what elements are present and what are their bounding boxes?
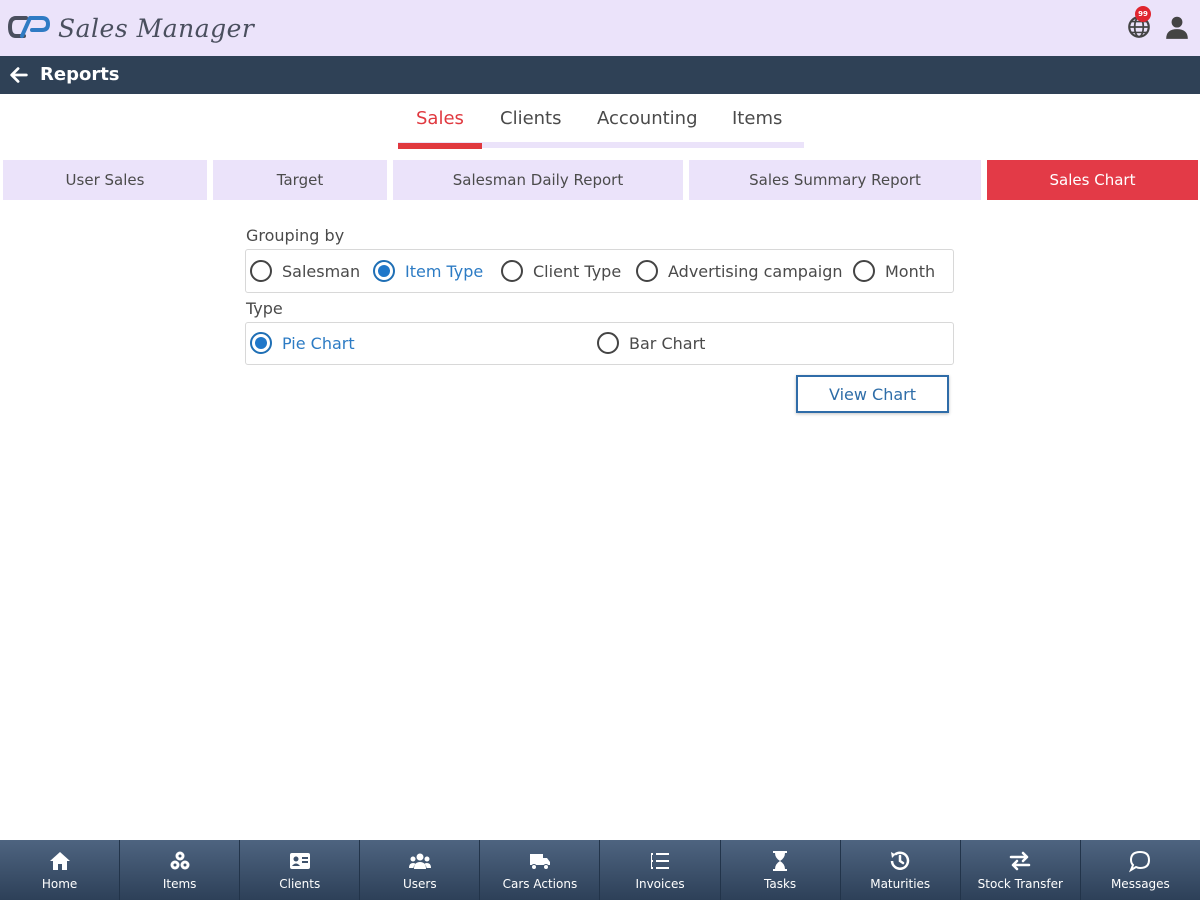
nav-tasks[interactable]: Tasks	[721, 840, 841, 900]
app-bar: Sales Manager 99	[0, 0, 1200, 56]
radio-button[interactable]	[636, 260, 658, 282]
tab-accounting[interactable]: Accounting	[597, 108, 698, 129]
truck-icon	[529, 854, 550, 870]
type-label: Type	[246, 299, 283, 318]
nav-label: Items	[162, 877, 197, 891]
subtab-sales-summary-report[interactable]: Sales Summary Report	[689, 160, 981, 200]
nav-label: Stock Transfer	[977, 877, 1063, 891]
radio-label: Salesman	[282, 261, 361, 281]
radio-button[interactable]	[250, 332, 272, 354]
message-icon	[1129, 850, 1151, 873]
subtab-sales-chart[interactable]: Sales Chart	[987, 160, 1198, 200]
type-radio-group: Pie Chart Bar Chart	[245, 322, 954, 365]
nav-label: Tasks	[764, 877, 797, 891]
nav-label: Maturities	[870, 877, 931, 891]
nav-home[interactable]: Home	[0, 840, 121, 900]
nav-maturities[interactable]: Maturities	[841, 840, 961, 900]
active-tab-indicator	[398, 143, 482, 149]
nav-invoices[interactable]: Invoices	[600, 840, 721, 900]
nav-label: Home	[41, 877, 78, 891]
app-title: Sales Manager	[58, 14, 255, 43]
nav-messages[interactable]: Messages	[1081, 840, 1200, 900]
radio-button[interactable]	[501, 260, 523, 282]
nav-users[interactable]: Users	[360, 840, 481, 900]
nav-clients[interactable]: Clients	[240, 840, 361, 900]
users-icon	[408, 853, 431, 869]
nav-cars-actions[interactable]: Cars Actions	[480, 840, 601, 900]
tab-clients[interactable]: Clients	[500, 108, 562, 129]
radio-bar-chart[interactable]: Bar Chart	[597, 332, 705, 354]
radio-label: Pie Chart	[282, 333, 355, 353]
radio-label: Client Type	[533, 261, 622, 281]
bottom-nav: Home Items Clients Users Cars Actions In…	[0, 840, 1200, 900]
app-logo	[8, 14, 50, 40]
back-arrow-icon[interactable]	[8, 64, 30, 86]
radio-label: Bar Chart	[629, 333, 706, 353]
subtab-salesman-daily-report[interactable]: Salesman Daily Report	[393, 160, 683, 200]
nav-label: Messages	[1110, 877, 1170, 891]
tab-items[interactable]: Items	[732, 108, 782, 129]
radio-label: Month	[885, 261, 936, 281]
view-chart-button[interactable]: View Chart	[796, 375, 949, 413]
radio-advertising-campaign[interactable]: Advertising campaign	[636, 260, 842, 282]
radio-button[interactable]	[597, 332, 619, 354]
radio-pie-chart[interactable]: Pie Chart	[250, 332, 355, 354]
radio-item-type[interactable]: Item Type	[373, 260, 483, 282]
radio-salesman[interactable]: Salesman	[250, 260, 360, 282]
tab-label: Accounting	[597, 108, 698, 129]
radio-button[interactable]	[853, 260, 875, 282]
radio-button[interactable]	[373, 260, 395, 282]
nav-label: Clients	[279, 877, 321, 891]
page-title: Reports	[40, 64, 120, 85]
nav-stock-transfer[interactable]: Stock Transfer	[961, 840, 1081, 900]
items-icon	[170, 851, 190, 870]
tab-sales[interactable]: Sales	[398, 108, 482, 149]
radio-client-type[interactable]: Client Type	[501, 260, 621, 282]
main-tabs: Sales Clients Accounting Items	[398, 104, 804, 149]
nav-items[interactable]: Items	[120, 840, 241, 900]
radio-label: Item Type	[405, 261, 484, 281]
home-icon	[49, 852, 70, 870]
tab-label: Clients	[500, 108, 562, 129]
hourglass-icon	[773, 851, 788, 871]
list-icon	[651, 853, 670, 869]
radio-month[interactable]: Month	[853, 260, 935, 282]
radio-button[interactable]	[250, 260, 272, 282]
nav-label: Users	[403, 877, 437, 891]
header-bar: Reports	[0, 56, 1200, 94]
radio-label: Advertising campaign	[668, 261, 843, 281]
grouping-radio-group: Salesman Item Type Client Type Advertisi…	[245, 249, 954, 293]
tab-label: Items	[732, 108, 783, 129]
transfer-icon	[1010, 851, 1031, 871]
subtab-target[interactable]: Target	[213, 160, 387, 200]
notification-badge: 99	[1135, 6, 1151, 22]
nav-label: Invoices	[635, 877, 685, 891]
history-icon	[890, 851, 910, 870]
nav-label: Cars Actions	[502, 877, 578, 891]
id-card-icon	[289, 853, 310, 869]
tab-label: Sales	[416, 108, 464, 129]
subtab-user-sales[interactable]: User Sales	[3, 160, 207, 200]
user-icon[interactable]	[1164, 14, 1190, 40]
logo-icon	[8, 16, 50, 38]
grouping-label: Grouping by	[246, 226, 345, 245]
